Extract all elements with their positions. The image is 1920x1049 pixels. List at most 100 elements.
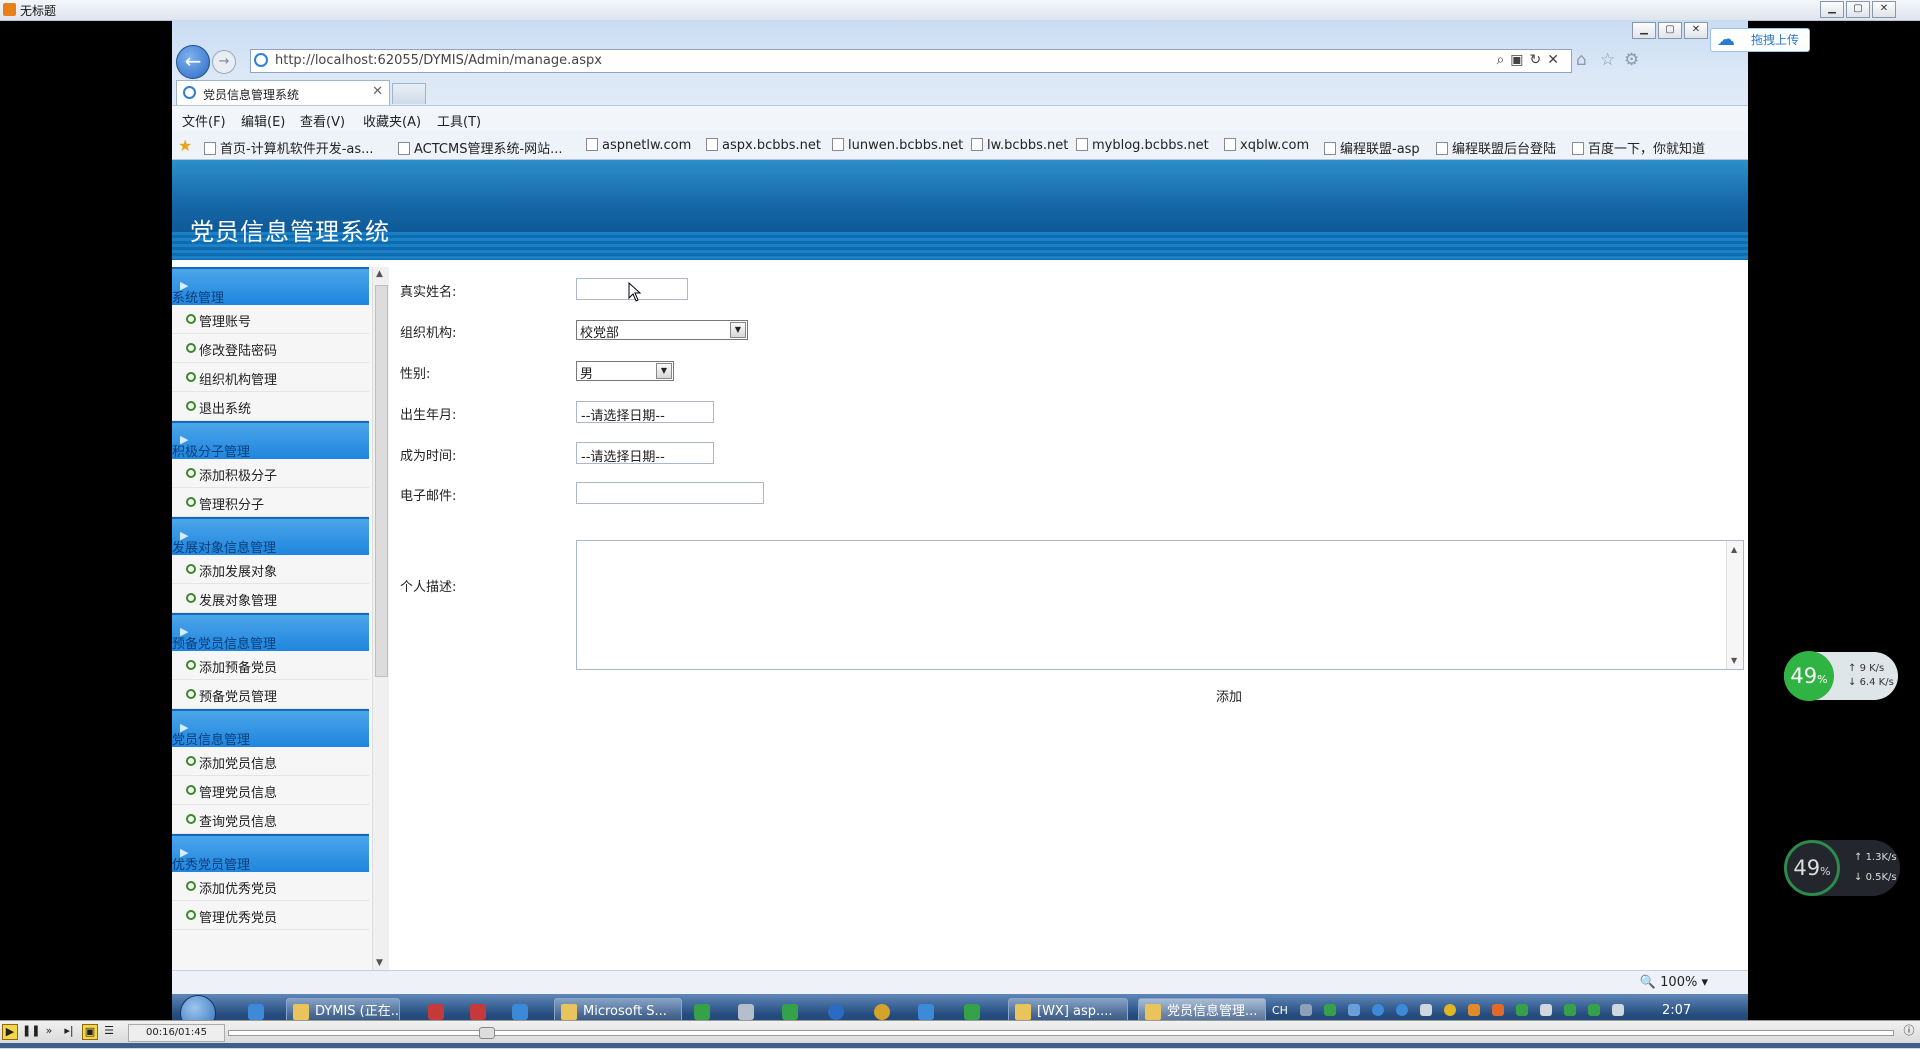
sidebar-item-add-activist[interactable]: 添加积极分子 [172,459,369,488]
sidebar-section-activists[interactable]: ▶ 积极分子管理 [172,421,369,460]
browser-close-icon[interactable]: ✕ [1684,22,1708,39]
sidebar-item-add-excellent[interactable]: 添加优秀党员 [172,872,369,901]
tray-icon[interactable] [1492,1004,1504,1016]
app-icon[interactable] [964,1004,980,1020]
tray-icon[interactable] [1516,1004,1528,1016]
fav-link[interactable]: aspnetlw.com [586,138,691,153]
zoom-level[interactable]: 🔍 100% ▾ [1640,975,1708,990]
menu-favorites[interactable]: 收藏夹(A) [363,111,421,130]
tray-icon[interactable] [1396,1004,1408,1016]
scroll-up-icon[interactable]: ▲ [1731,545,1737,554]
address-bar[interactable]: http://localhost:62055/DYMIS/Admin/manag… [250,49,1572,73]
ie-taskbar-icon[interactable] [248,1004,264,1020]
tray-icon[interactable] [1348,1004,1360,1016]
fav-link[interactable]: ACTCMS管理系统-网站... [398,138,563,157]
shield-icon[interactable] [1564,1004,1576,1016]
fav-link[interactable]: lw.bcbbs.net [971,138,1068,153]
menu-view[interactable]: 查看(V) [300,111,345,130]
sidebar-section-probationary[interactable]: ▶ 预备党员信息管理 [172,613,369,652]
refresh-icon[interactable]: ↻ [1530,52,1548,68]
compat-icon[interactable]: ▣ [1510,52,1529,68]
forward-button[interactable]: → [212,50,236,74]
app-icon[interactable] [918,1004,934,1020]
info-icon[interactable]: ⓘ [1902,1024,1916,1038]
close-icon[interactable]: ✕ [1872,1,1896,18]
sidebar-section-system[interactable]: ▶ 系统管理 [172,267,369,306]
email-input[interactable] [576,482,764,504]
join-date-input[interactable]: --请选择日期-- [576,442,714,465]
sidebar-item-query-member[interactable]: 查询党员信息 [172,805,369,834]
fav-link[interactable]: 编程联盟后台登陆 [1436,138,1556,157]
app-icon[interactable] [874,1004,890,1020]
tray-icon[interactable] [1324,1004,1336,1016]
app-icon[interactable] [428,1004,444,1020]
browser-tab[interactable]: 党员信息管理系统 ✕ [176,80,390,105]
fav-link[interactable]: xqblw.com [1224,138,1309,153]
fast-forward-icon[interactable]: » [42,1024,56,1038]
fav-link[interactable]: 编程联盟-asp [1324,138,1420,157]
birth-date-input[interactable]: --请选择日期-- [576,401,714,424]
fav-link[interactable]: aspx.bcbbs.net [706,138,821,153]
pause-icon[interactable]: ❚❚ [22,1024,40,1038]
keyboard-icon[interactable] [1300,1004,1312,1016]
favorites-icon[interactable]: ★ [178,136,192,155]
gender-select[interactable]: 男 ▼ [576,361,674,382]
network-icon[interactable] [1612,1004,1624,1016]
tray-icon[interactable] [1420,1004,1432,1016]
sidebar-item-manage-activist[interactable]: 管理积分子 [172,488,369,517]
search-icon[interactable]: ⌕ [1496,52,1510,68]
sidebar-scrollbar[interactable]: ▲ ▼ [372,267,389,970]
chevron-down-icon[interactable]: ▼ [730,322,746,338]
tray-lang[interactable]: CH [1272,1004,1288,1017]
sidebar-item-change-password[interactable]: 修改登陆密码 [172,334,369,363]
chevron-down-icon[interactable]: ▼ [656,363,672,379]
settings-gear-icon[interactable]: ⚙ [1624,50,1639,70]
sidebar-item-accounts[interactable]: 管理账号 [172,305,369,334]
sidebar-item-manage-excellent[interactable]: 管理优秀党员 [172,901,369,930]
browser-minimize-icon[interactable]: ▁ [1632,22,1656,39]
app-icon[interactable] [782,1004,798,1020]
playlist-icon[interactable]: ☰ [102,1024,116,1038]
new-tab-button[interactable] [392,83,426,104]
app-icon[interactable] [694,1004,710,1020]
scroll-thumb[interactable] [375,285,388,677]
sidebar-item-org[interactable]: 组织机构管理 [172,363,369,392]
sidebar-section-excellent[interactable]: ▶ 优秀党员管理 [172,834,369,873]
back-button[interactable]: ← [176,45,210,79]
tray-icon[interactable] [1372,1004,1384,1016]
sidebar-item-add-member[interactable]: 添加党员信息 [172,747,369,776]
net-widget-bottom[interactable]: 49% ↑ 1.3K/s ↓ 0.5K/s [1784,840,1900,896]
textarea-scrollbar[interactable]: ▲ ▼ [1726,541,1743,669]
tray-icon[interactable] [1588,1004,1600,1016]
app-icon[interactable] [512,1004,528,1020]
favorites-star-icon[interactable]: ☆ [1600,50,1615,70]
taskbar-clock[interactable]: 2:07 [1662,1003,1691,1018]
upload-button[interactable]: 拖拽上传 [1710,28,1810,52]
seek-bar[interactable] [228,1027,1894,1039]
stop-icon[interactable]: ✕ [1547,52,1565,68]
tray-icon[interactable] [1444,1004,1456,1016]
menu-edit[interactable]: 编辑(E) [241,111,285,130]
minimize-icon[interactable]: ▁ [1820,1,1844,18]
sidebar-item-add-probationary[interactable]: 添加预备党员 [172,651,369,680]
org-select[interactable]: 校党部 ▼ [576,320,748,341]
tray-icon[interactable] [1468,1004,1480,1016]
tab-close-icon[interactable]: ✕ [372,84,383,99]
fav-link[interactable]: lunwen.bcbbs.net [832,138,963,153]
app-icon[interactable] [470,1004,486,1020]
fav-link[interactable]: 百度一下，你就知道 [1572,138,1705,157]
scroll-down-icon[interactable]: ▼ [376,958,383,968]
next-frame-icon[interactable]: ▸| [62,1024,76,1038]
sidebar-item-manage-development[interactable]: 发展对象管理 [172,584,369,613]
browser-maximize-icon[interactable]: ▢ [1658,22,1682,39]
sidebar-section-development[interactable]: ▶ 发展对象信息管理 [172,517,369,556]
menu-tools[interactable]: 工具(T) [437,111,481,130]
play-icon[interactable]: ▶ [2,1024,18,1040]
menu-file[interactable]: 文件(F) [182,111,226,130]
fav-link[interactable]: 首页-计算机软件开发-as... [204,138,374,157]
seek-handle[interactable] [479,1027,495,1039]
scroll-down-icon[interactable]: ▼ [1731,656,1737,665]
home-icon[interactable]: ⌂ [1576,50,1587,70]
sidebar-item-logout[interactable]: 退出系统 [172,392,369,421]
maximize-icon[interactable]: ▢ [1846,1,1870,18]
